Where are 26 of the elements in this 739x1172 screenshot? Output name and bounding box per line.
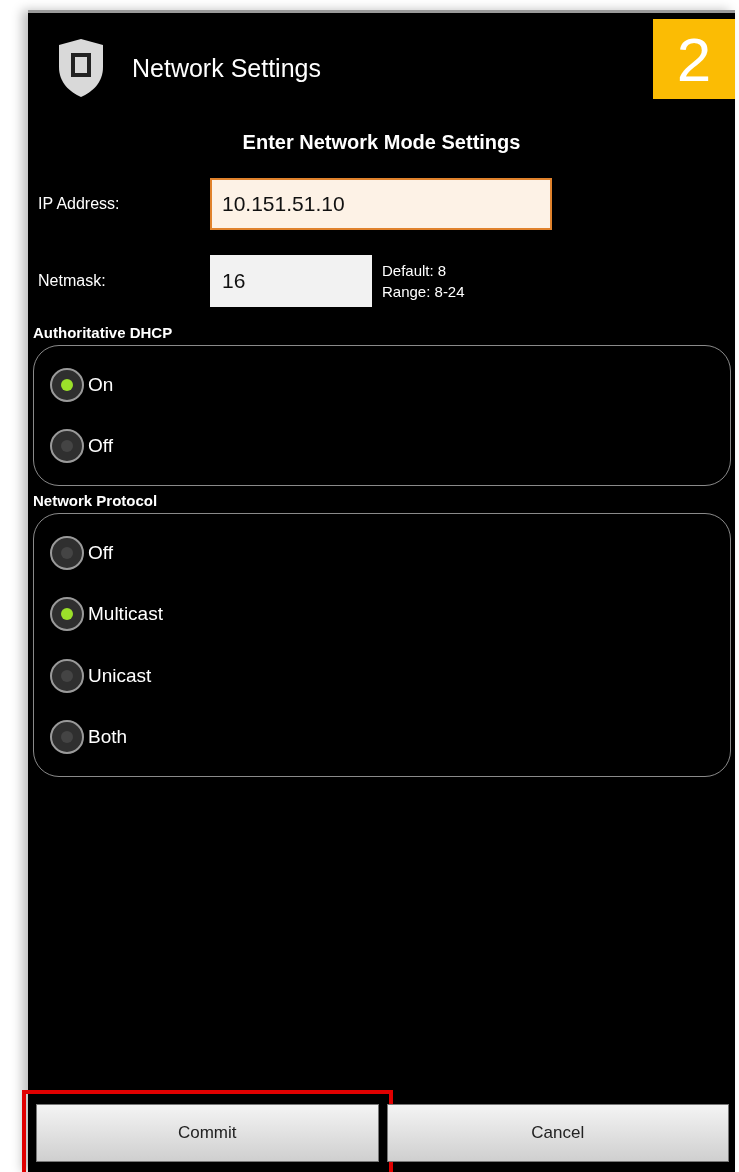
- input-field[interactable]: 16: [210, 255, 372, 307]
- radio-button[interactable]: [50, 429, 84, 464]
- field-label: IP Address:: [38, 195, 121, 213]
- commit-button[interactable]: Commit: [36, 1104, 379, 1162]
- hint-text: Default: 8: [382, 261, 448, 281]
- option-label[interactable]: Unicast: [88, 664, 152, 687]
- option-label[interactable]: Off: [88, 435, 113, 458]
- field-label: Netmask:: [38, 272, 107, 290]
- shield-icon: [56, 37, 106, 99]
- option-label[interactable]: Both: [88, 726, 128, 749]
- cancel-button[interactable]: Cancel: [386, 1104, 729, 1162]
- step-badge: 2: [653, 19, 735, 99]
- radio-button[interactable]: [50, 367, 84, 402]
- option-label[interactable]: Multicast: [88, 603, 163, 626]
- hint-text: Range: 8-24: [382, 282, 465, 302]
- dialog-title: Network Settings: [132, 53, 321, 83]
- option-label[interactable]: Off: [88, 541, 113, 564]
- option-label[interactable]: On: [88, 373, 114, 396]
- group-title: Network Protocol: [32, 492, 159, 509]
- section-heading: Enter Network Mode Settings: [241, 131, 522, 154]
- radio-button[interactable]: [50, 597, 84, 632]
- input-field[interactable]: 10.151.51.10: [210, 178, 552, 230]
- group-title: Authoritative DHCP: [32, 324, 174, 341]
- radio-button[interactable]: [50, 658, 84, 693]
- radio-button[interactable]: [50, 535, 84, 570]
- radio-button[interactable]: [50, 720, 84, 755]
